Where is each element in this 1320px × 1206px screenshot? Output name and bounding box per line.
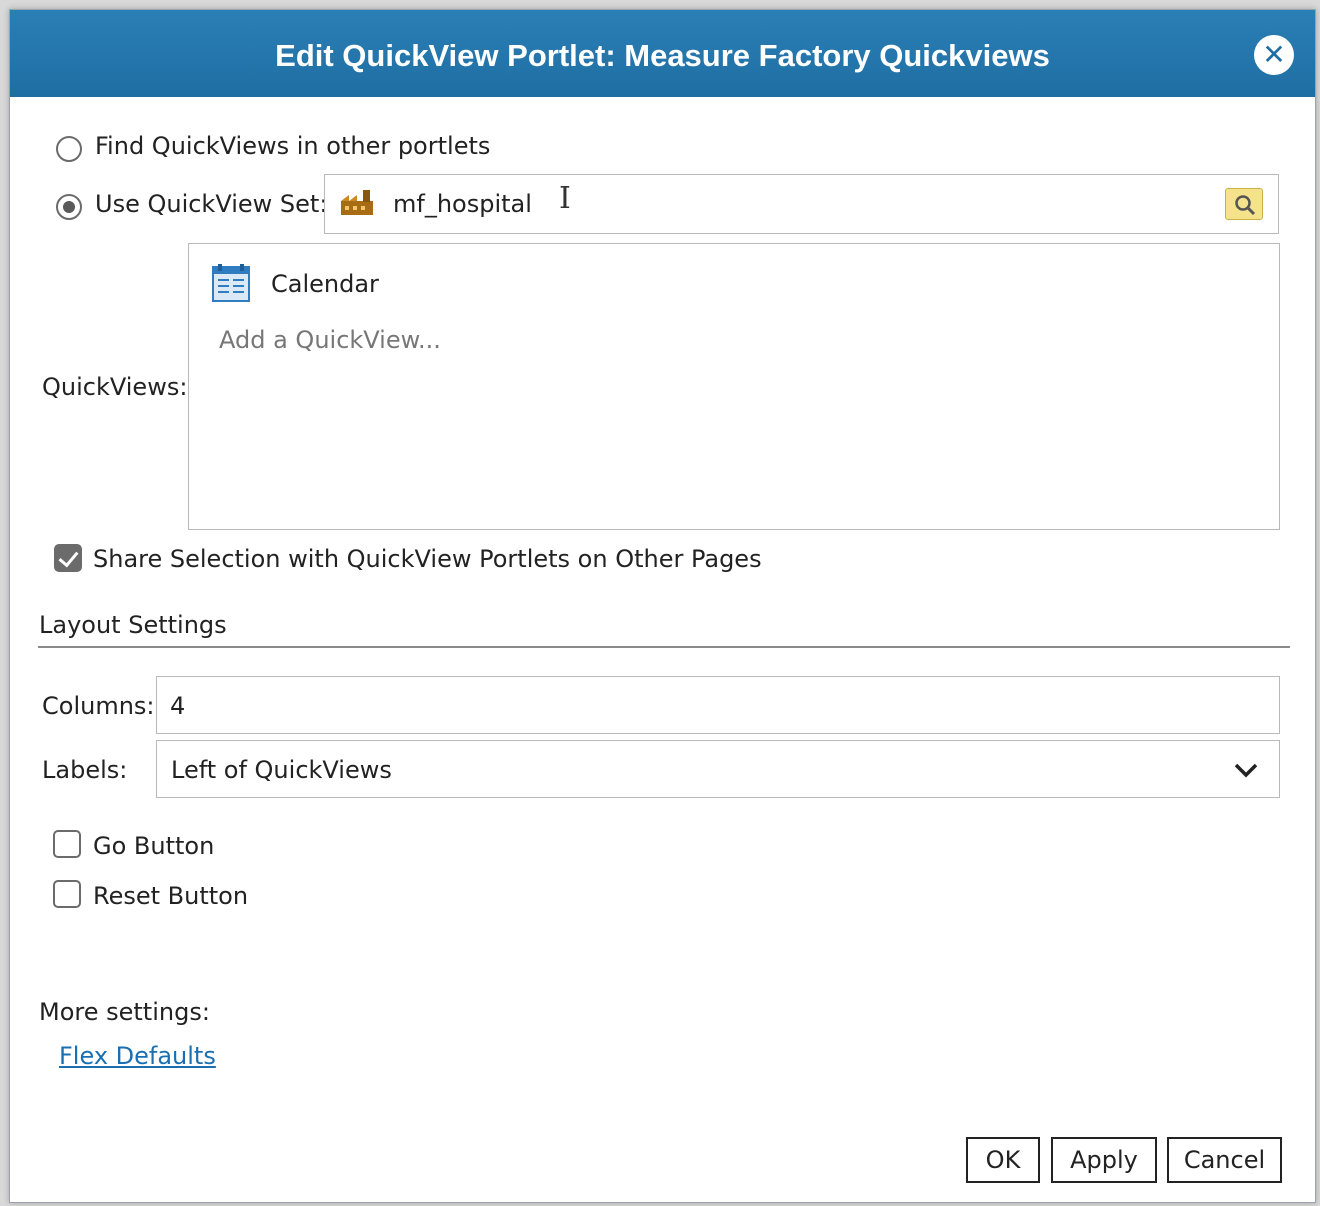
text-cursor-icon: I <box>559 181 571 216</box>
columns-label: Columns: <box>42 692 155 720</box>
use-quickview-set-radio[interactable] <box>56 194 82 220</box>
layout-settings-heading: Layout Settings <box>39 611 227 639</box>
columns-input[interactable]: 4 <box>156 676 1280 734</box>
more-settings-label: More settings: <box>39 998 210 1026</box>
close-button[interactable]: ✕ <box>1254 35 1294 75</box>
edit-quickview-dialog: Edit QuickView Portlet: Measure Factory … <box>9 9 1316 1203</box>
chevron-down-icon <box>1234 763 1258 778</box>
cancel-button[interactable]: Cancel <box>1167 1137 1282 1183</box>
labels-select[interactable]: Left of QuickViews <box>156 740 1280 798</box>
flex-defaults-link[interactable]: Flex Defaults <box>59 1042 216 1070</box>
quickview-set-value: mf_hospital <box>393 190 532 218</box>
labels-selected-value: Left of QuickViews <box>171 756 392 784</box>
factory-icon <box>341 190 373 215</box>
section-divider <box>38 646 1290 648</box>
ok-button[interactable]: OK <box>966 1137 1040 1183</box>
apply-button[interactable]: Apply <box>1051 1137 1157 1183</box>
share-selection-checkbox[interactable] <box>54 544 82 572</box>
go-button-label: Go Button <box>93 832 215 860</box>
quickviews-list[interactable]: Calendar Add a QuickView... <box>188 243 1280 530</box>
list-item-calendar[interactable]: Calendar <box>189 256 589 304</box>
go-button-checkbox[interactable] <box>53 830 81 858</box>
dialog-title: Edit QuickView Portlet: Measure Factory … <box>275 38 1050 73</box>
labels-label: Labels: <box>42 756 128 784</box>
share-selection-label: Share Selection with QuickView Portlets … <box>93 545 762 573</box>
columns-value: 4 <box>170 692 186 720</box>
reset-button-label: Reset Button <box>93 882 249 910</box>
use-quickview-set-label: Use QuickView Set: <box>95 190 328 218</box>
reset-button-checkbox[interactable] <box>53 880 81 908</box>
calendar-icon <box>212 264 250 302</box>
quickview-set-field[interactable]: mf_hospital I <box>324 174 1279 234</box>
dialog-title-bar: Edit QuickView Portlet: Measure Factory … <box>10 10 1315 97</box>
add-quickview-link[interactable]: Add a QuickView... <box>219 326 441 354</box>
quickviews-label: QuickViews: <box>42 373 188 401</box>
search-icon <box>1235 195 1256 216</box>
browse-set-button[interactable] <box>1225 188 1263 220</box>
find-quickviews-radio[interactable] <box>56 136 82 162</box>
list-item-label: Calendar <box>271 270 379 298</box>
find-quickviews-label: Find QuickViews in other portlets <box>95 132 491 160</box>
close-icon: ✕ <box>1262 38 1286 71</box>
